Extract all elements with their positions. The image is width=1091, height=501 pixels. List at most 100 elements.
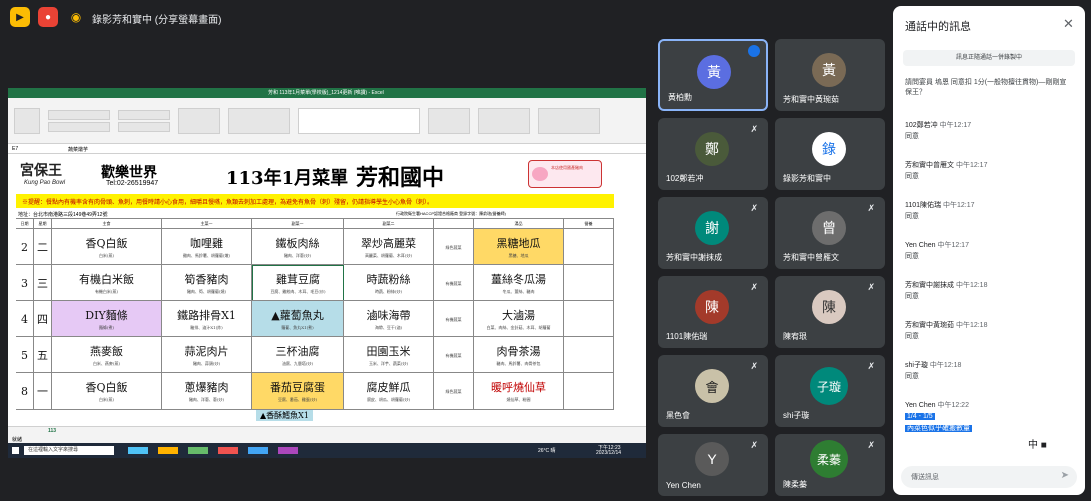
row-date: 8 <box>21 384 28 398</box>
sender-name: 芳和實中曾雁文 <box>905 162 954 169</box>
speaking-icon <box>748 45 760 57</box>
avatar: Y <box>695 442 729 476</box>
row-nutrition <box>564 337 614 373</box>
row-soup-sub: 冬瓜、薑絲、豬肉 <box>502 289 535 294</box>
avatar: 黃 <box>812 53 846 87</box>
participant-tile[interactable]: 鄭 ✗ 102鄭若冲 <box>658 118 768 190</box>
row-nutrition <box>564 301 614 337</box>
participant-tile[interactable]: 會 ✗ 黑色會 <box>658 355 768 427</box>
row-staple-sub: 白米、燕麥(蒸) <box>92 361 121 366</box>
message-time: 中午12:18 <box>955 322 988 329</box>
row-staple: 有機白米飯 <box>79 273 134 286</box>
participant-name: 102鄭若冲 <box>666 174 704 183</box>
chat-input[interactable]: 傳送訊息 ➤ <box>901 466 1077 488</box>
vendor-sub: Kung Pao Bowl <box>24 180 66 186</box>
participant-name: 1101陳佑瑞 <box>666 332 708 341</box>
participant-tile[interactable]: 陳 ✗ 1101陳佑瑞 <box>658 276 768 348</box>
message-time: 中午12:17 <box>937 242 969 249</box>
cell-ref: E7 <box>12 146 19 152</box>
shared-screen-title: 錄影芳和實中 (分享螢幕畫面) <box>92 15 222 26</box>
row-date: 2 <box>21 240 28 254</box>
mic-off-icon: ✗ <box>750 361 758 371</box>
row-side2: 腐皮鮮瓜 <box>366 381 411 394</box>
row-side1[interactable]: 雞茸豆腐 <box>276 271 320 287</box>
menu-row: 3 三 有機白米飯 有機白米(蒸) 筍香豬肉 豬肉、筍、胡蘿蔔(燒) 雞茸豆腐 豆腐、… <box>16 264 614 301</box>
mic-off-icon: ✗ <box>750 203 758 213</box>
participant-tile[interactable]: 黃 黃柏勳 <box>658 39 768 111</box>
row-main-sub: 豬肉、洋蔥、蔥(炒) <box>188 397 225 402</box>
message-time: 中午12:17 <box>943 202 975 209</box>
row-main: 蒜泥肉片 <box>184 345 229 358</box>
message-text: 同意 <box>905 173 919 180</box>
row-staple-sub: 有機白米(蒸) <box>94 289 119 294</box>
ime-indicator[interactable]: 中 ■ <box>1028 436 1047 451</box>
row-soup: 黑糖地瓜 <box>496 237 541 250</box>
row-main: 筍香豬肉 <box>184 273 229 286</box>
message-time: 中午12:22 <box>937 402 969 409</box>
row-veg: 綠色蔬菜 <box>445 245 462 250</box>
present-icon[interactable]: ▶ <box>10 7 30 27</box>
close-icon[interactable]: ✕ <box>1063 16 1074 32</box>
participant-name: 陳柔蓁 <box>783 480 807 489</box>
row-soup-sub: 燒仙草、粉圓 <box>506 397 531 402</box>
vendor-name: 宮保王 <box>20 163 62 179</box>
participant-tile[interactable]: 黃 芳和實中黃琬茹 <box>775 39 885 111</box>
windows-start-icon[interactable] <box>12 447 19 454</box>
record-icon[interactable]: ● <box>38 7 58 27</box>
participant-name: 芳和實中黃琬茹 <box>783 95 839 104</box>
formula-bar[interactable]: E7 蔬菜燉芋 <box>8 145 646 154</box>
participant-tile[interactable]: 陳 ✗ 陳宥珢 <box>775 276 885 348</box>
chat-message: shi子璇 中午12:18 同意 <box>905 360 1075 382</box>
row-side1: 番茄豆腐蛋 <box>270 381 325 394</box>
ime-mode-icon: ■ <box>1040 440 1047 451</box>
avatar: 陳 <box>695 290 729 324</box>
send-icon[interactable]: ➤ <box>1061 470 1069 481</box>
menu-row: 2 二 香Q白飯 白米(蒸) 咖哩雞 雞肉、馬鈴薯、胡蘿蔔(燉) 鐵板肉絲 豬肉、洋蔥… <box>16 228 614 265</box>
row-side2-sub: 玉米、洋芋、蔬菜(炒) <box>368 361 409 366</box>
row-date: 5 <box>21 348 28 362</box>
row-date: 4 <box>21 312 28 326</box>
ime-label: 中 <box>1028 440 1038 451</box>
participant-tile[interactable]: 柔蓁 ✗ 陳柔蓁 <box>775 434 885 496</box>
participant-tile[interactable]: 謝 ✗ 芳和實中謝抹成 <box>658 197 768 269</box>
sheet-tab[interactable]: 113 <box>48 428 56 434</box>
row-side2-sub: 時蔬、粉絲(炒) <box>374 289 403 294</box>
participant-tile[interactable]: 曾 ✗ 芳和實中曾雁文 <box>775 197 885 269</box>
row-soup-sub: 白菜、肉絲、金針菇、木耳、胡蘿蔔 <box>486 325 551 330</box>
participant-tile[interactable]: 錄 錄影芳和實中 <box>775 118 885 190</box>
taskbar-search[interactable]: 在這裡輸入文字來搜尋 <box>24 446 114 455</box>
row-soup: 薑絲冬瓜湯 <box>491 273 546 286</box>
taskbar-apps <box>128 447 328 454</box>
row-side2-sub: 腐皮、胡瓜、胡蘿蔔(炒) <box>366 397 411 402</box>
message-time: 中午12:18 <box>955 282 988 289</box>
sender-name: 1101陳佑瑞 <box>905 202 942 209</box>
sender-name: shi子璇 <box>905 362 928 369</box>
shared-screen: 芳和 113年1月菜單(學校版)_1214更新 (唯讀) - Excel E7 … <box>8 88 646 458</box>
chat-title: 通話中的訊息 <box>905 21 971 33</box>
message-time: 中午12:17 <box>955 162 988 169</box>
participant-name: 黃柏勳 <box>668 93 692 102</box>
row-side1-sub: 蘿蔔、魚丸X1(煮) <box>281 325 314 330</box>
chat-input-placeholder: 傳送訊息 <box>911 474 939 481</box>
row-soup: 暖呼燒仙草 <box>491 381 546 394</box>
taskbar-weather: 26°C 晴 <box>538 448 556 454</box>
row-veg: 有機蔬菜 <box>445 317 462 322</box>
row-main: 蔥爆豬肉 <box>184 381 229 394</box>
row-side1-sub: 豬肉、洋蔥(炒) <box>283 253 312 258</box>
vendor-tel: Tel:02-26519947 <box>106 180 159 187</box>
participant-name: Yen Chen <box>666 481 701 490</box>
taskbar-date: 2023/12/14 <box>596 450 622 456</box>
notice-bar: ※提醒：餐點內有機率含有肉骨頭、魚刺，用餐時請小心食用，細嚼且慢嚥，魚類去刺加工… <box>16 194 614 208</box>
school-name: 芳和國中 <box>356 165 445 191</box>
pork-logo-text: 本店使用國產豬肉 <box>551 165 583 170</box>
pig-icon <box>532 167 548 181</box>
row-nutrition <box>564 265 614 301</box>
row-side1-sub: 豆腐、番茄、雞蛋(炒) <box>277 397 318 402</box>
chat-question: 請問宴員 塢恩 同意扣 1分(一般物擅往貫物)—剛剛宣保王？ <box>905 79 1067 96</box>
participant-tile[interactable]: 子璇 ✗ shi子璇 <box>775 355 885 427</box>
formula-text: 蔬菜燉芋 <box>68 147 89 153</box>
participant-tile[interactable]: Y ✗ Yen Chen <box>658 434 768 496</box>
row-main-sub: 豬排、滷汁X1(炸) <box>190 325 223 330</box>
recording-notice: 訊息正隨通話一併錄製中 <box>903 50 1075 66</box>
message-time: 中午12:17 <box>939 122 972 129</box>
